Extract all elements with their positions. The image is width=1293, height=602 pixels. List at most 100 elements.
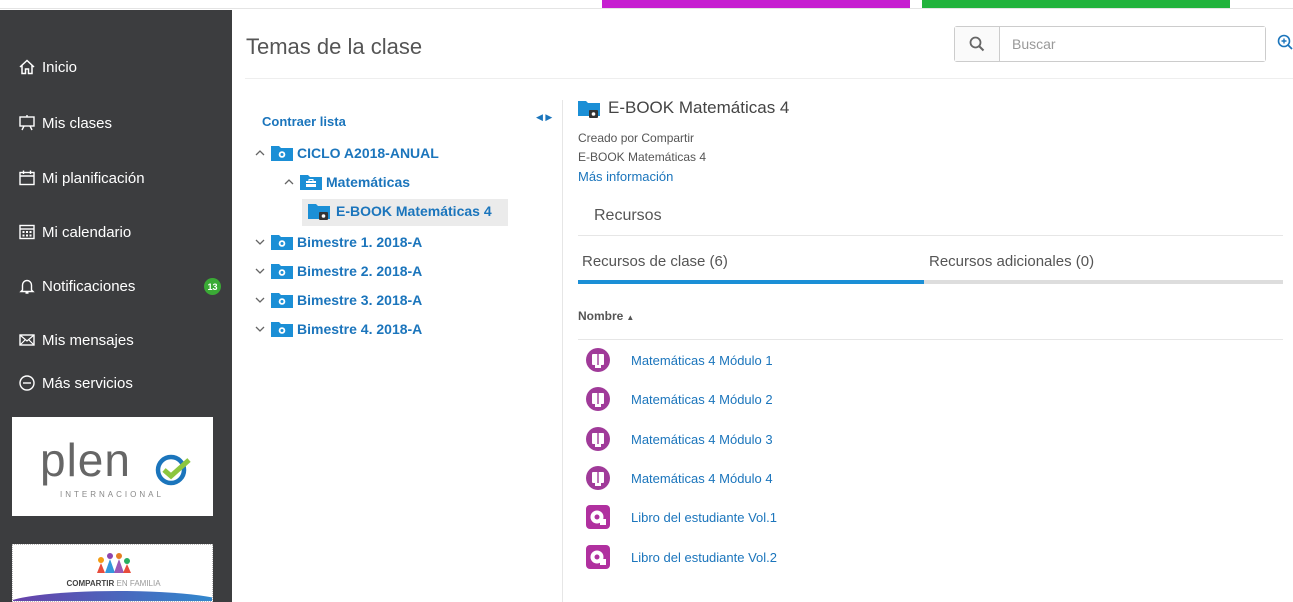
folder-camera-icon [271, 264, 293, 279]
sidebar-item-mis-clases[interactable]: Mis clases [18, 114, 223, 132]
pleno-logo-word: plen [40, 434, 131, 486]
chevron-up-icon [284, 178, 294, 184]
top-tab-green[interactable] [922, 0, 1230, 8]
folder-camera-icon [271, 146, 293, 161]
folder-book-icon [578, 100, 600, 118]
top-divider [0, 8, 1293, 9]
collapse-list-link[interactable]: Contraer lista [262, 114, 346, 129]
tree-node-bimestre-2[interactable]: Bimestre 2. 2018-A [253, 262, 422, 279]
column-header-nombre[interactable]: Nombre ▲ [578, 309, 634, 323]
family-figures-icon [97, 553, 131, 573]
familia-logo-text: COMPARTIR EN FAMILIA [13, 579, 212, 588]
resource-row[interactable]: Matemáticas 4 Módulo 4 [585, 465, 773, 491]
sidebar-item-mis-mensajes[interactable]: Mis mensajes [18, 331, 223, 349]
tab-underline-active [578, 280, 924, 284]
resource-row[interactable]: Matemáticas 4 Módulo 1 [585, 347, 773, 373]
tab-recursos-adicionales[interactable]: Recursos adicionales (0) [929, 253, 1094, 270]
chevron-down-icon [255, 326, 265, 332]
calendar-icon [19, 170, 35, 186]
resource-label: Matemáticas 4 Módulo 2 [631, 391, 773, 407]
top-tab-magenta[interactable] [602, 0, 910, 8]
sidebar-item-label: Mi calendario [42, 223, 132, 241]
sidebar-item-mas-servicios[interactable]: Más servicios [18, 374, 223, 392]
tree-node-ebook[interactable]: E-BOOK Matemáticas 4 [308, 202, 492, 220]
sidebar-item-label: Más servicios [42, 374, 133, 392]
minus-circle-icon [19, 375, 35, 391]
tree-node-label: Bimestre 2. 2018-A [297, 262, 423, 279]
search-box [954, 26, 1266, 62]
column-divider [578, 339, 1283, 340]
tree-node-matematicas[interactable]: Matemáticas [282, 173, 410, 190]
tree-node-label: CICLO A2018-ANUAL [297, 144, 439, 161]
familia-wave [13, 591, 212, 601]
sidebar-item-mi-planificacion[interactable]: Mi planificación [18, 169, 223, 187]
ebook-icon [586, 427, 610, 451]
sidebar-item-label: Mis mensajes [42, 331, 134, 349]
search-icon [969, 36, 985, 52]
folder-book-icon [308, 204, 330, 220]
sort-asc-icon: ▲ [626, 313, 635, 322]
check-logo-icon [155, 454, 191, 486]
page-title: Temas de la clase [246, 34, 423, 59]
section-divider [578, 235, 1283, 236]
compartir-familia-logo[interactable]: COMPARTIR EN FAMILIA [12, 544, 213, 602]
chevron-down-icon [255, 239, 265, 245]
chalkboard-icon [19, 115, 35, 131]
chevron-up-icon [255, 149, 265, 155]
resize-arrows-icon[interactable]: ◀ ▶ [536, 112, 552, 123]
resource-row[interactable]: Matemáticas 4 Módulo 2 [585, 386, 773, 412]
tree-node-label: Bimestre 3. 2018-A [297, 291, 423, 308]
sidebar-item-label: Mis clases [42, 114, 113, 132]
tree-node-bimestre-3[interactable]: Bimestre 3. 2018-A [253, 291, 422, 308]
resource-row[interactable]: Libro del estudiante Vol.1 [585, 504, 777, 530]
ebook-icon [586, 387, 610, 411]
resource-row[interactable]: Matemáticas 4 Módulo 3 [585, 426, 773, 452]
detail-title: E-BOOK Matemáticas 4 [578, 98, 789, 118]
sidebar-item-label: Notificaciones [42, 277, 136, 295]
calendar-grid-icon [19, 224, 35, 240]
tab-recursos-de-clase[interactable]: Recursos de clase (6) [582, 253, 728, 270]
detail-title-text: E-BOOK Matemáticas 4 [608, 98, 790, 117]
tree-node-ciclo[interactable]: CICLO A2018-ANUAL [253, 144, 439, 161]
pleno-logo-sub: INTERNACIONAL [60, 490, 164, 499]
pleno-logo[interactable]: plen INTERNACIONAL [12, 417, 213, 516]
resource-row[interactable]: Libro del estudiante Vol.2 [585, 544, 777, 570]
chevron-down-icon [255, 297, 265, 303]
notification-badge: 13 [204, 278, 221, 295]
sidebar-item-label: Inicio [42, 58, 78, 76]
sidebar-item-label: Mi planificación [42, 169, 145, 187]
tree-node-bimestre-1[interactable]: Bimestre 1. 2018-A [253, 233, 422, 250]
tree-node-label: Bimestre 4. 2018-A [297, 320, 423, 337]
search-input[interactable] [1000, 27, 1265, 61]
folder-briefcase-icon [300, 175, 322, 190]
ebook-icon [586, 466, 610, 490]
home-icon [19, 59, 35, 75]
more-info-link[interactable]: Más información [578, 169, 673, 184]
column-header-label: Nombre [578, 309, 624, 323]
section-heading: Recursos [594, 207, 662, 224]
familia-logo-text-bold: COMPARTIR [66, 579, 115, 588]
book-app-icon [586, 505, 610, 529]
search-button[interactable] [955, 27, 1000, 61]
header-divider [245, 78, 1293, 79]
resource-label: Matemáticas 4 Módulo 4 [631, 470, 773, 486]
book-app-icon [586, 545, 610, 569]
sidebar-item-inicio[interactable]: Inicio [18, 58, 223, 76]
tree-node-label: E-BOOK Matemáticas 4 [336, 203, 492, 219]
tree-node-bimestre-4[interactable]: Bimestre 4. 2018-A [253, 320, 422, 337]
tree-node-label: Bimestre 1. 2018-A [297, 233, 423, 250]
detail-subtitle: E-BOOK Matemáticas 4 [578, 150, 707, 164]
sidebar-item-mi-calendario[interactable]: Mi calendario [18, 223, 223, 241]
ebook-icon [586, 348, 610, 372]
resource-label: Matemáticas 4 Módulo 1 [631, 352, 773, 368]
folder-camera-icon [271, 293, 293, 308]
chevron-down-icon [255, 268, 265, 274]
mail-icon [19, 334, 35, 346]
tree-node-label: Matemáticas [326, 173, 411, 190]
zoom-in-icon[interactable] [1277, 34, 1293, 50]
resource-label: Libro del estudiante Vol.2 [631, 549, 777, 565]
sidebar-item-notificaciones[interactable]: Notificaciones 13 [18, 277, 223, 295]
familia-logo-text-light: EN FAMILIA [116, 579, 161, 588]
bell-icon [19, 279, 35, 294]
folder-camera-icon [271, 322, 293, 337]
